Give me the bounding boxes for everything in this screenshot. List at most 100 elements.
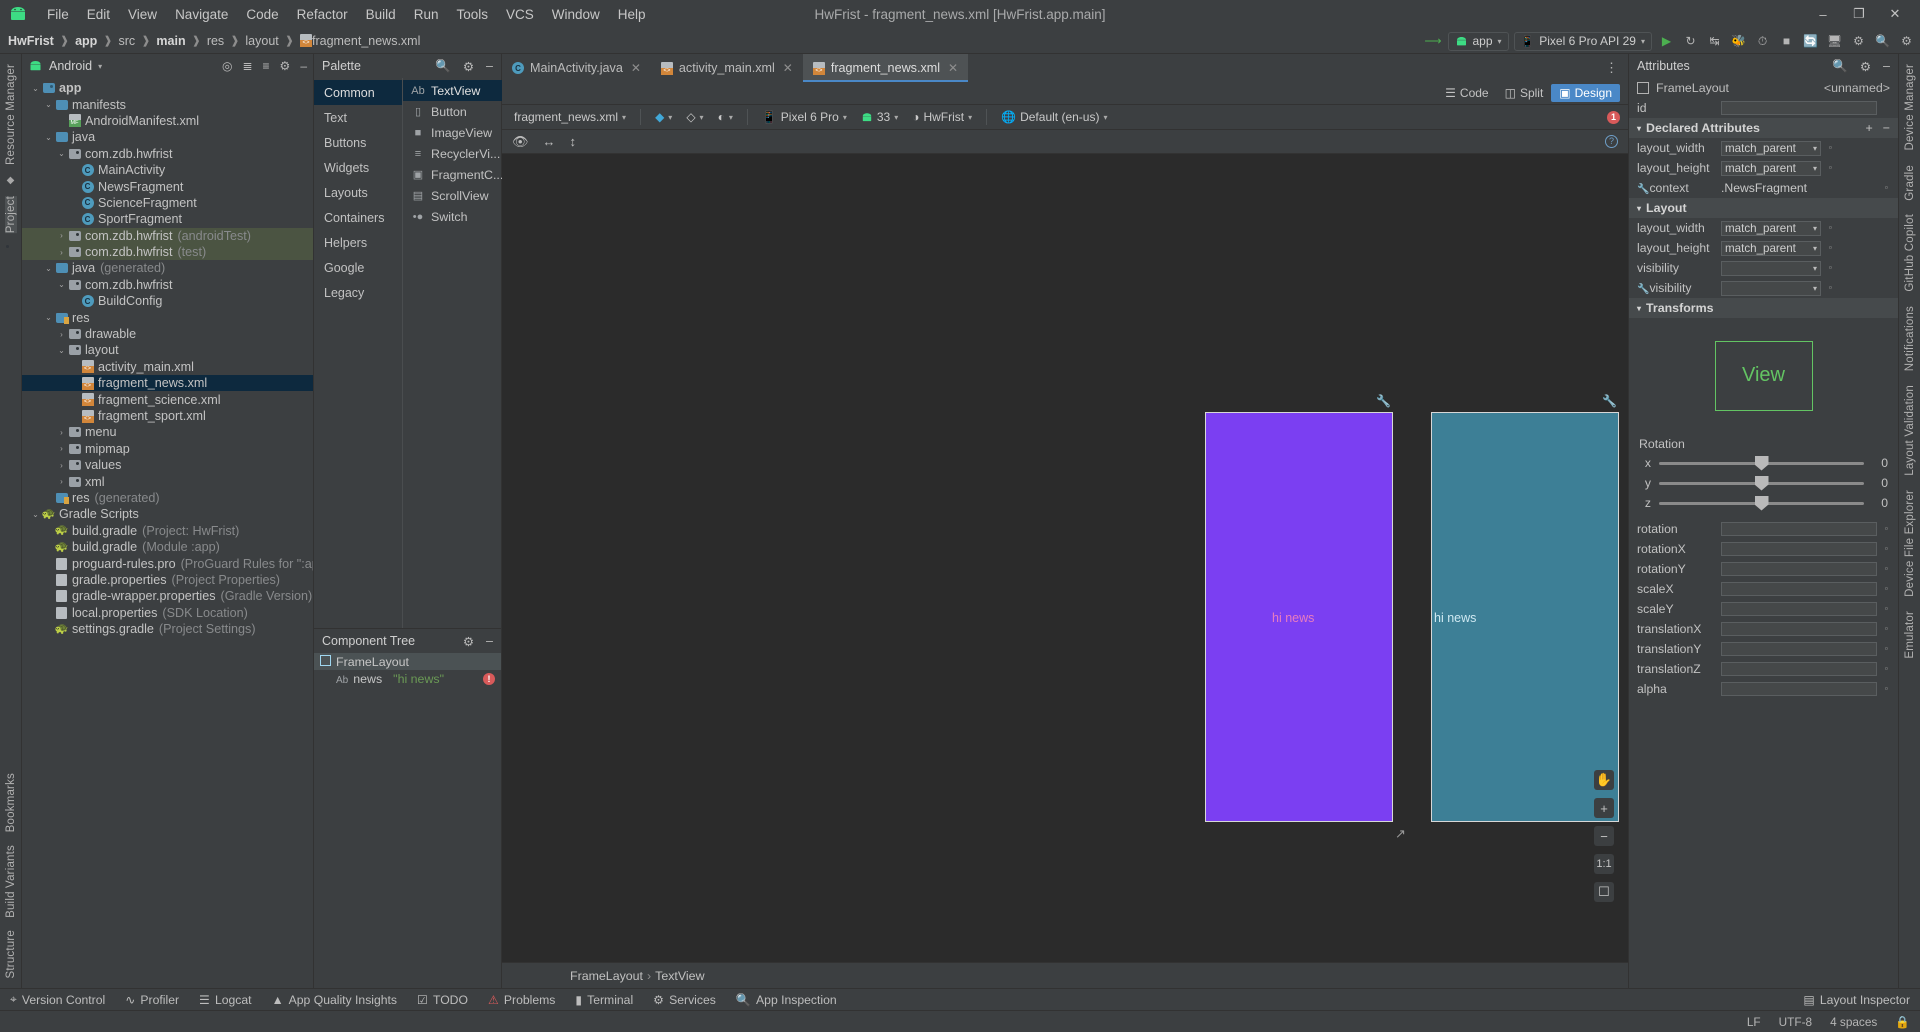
attribute-dropdown[interactable]: ▾ — [1721, 260, 1821, 276]
tree-node[interactable]: fragment_news.xml — [22, 375, 313, 392]
avd-manager-button[interactable]: 🖥 — [1825, 32, 1844, 51]
rail-github-copilot[interactable]: GitHub Copilot — [1904, 214, 1916, 292]
tree-node[interactable]: › com.zdb.hwfrist (test) — [22, 243, 313, 261]
rail-resource-manager[interactable]: Resource Manager — [5, 64, 17, 165]
maximize-button[interactable]: ❐ — [1852, 6, 1866, 22]
toolwindow-version-control[interactable]: ⌖ Version Control — [10, 992, 105, 1007]
pan-tool-icon[interactable]: ✋ — [1594, 770, 1614, 790]
scaleY-input[interactable] — [1721, 602, 1877, 616]
translationX-input[interactable] — [1721, 622, 1877, 636]
rail-emulator[interactable]: Emulator — [1904, 611, 1916, 659]
toolwindow-profiler[interactable]: ∿ Profiler — [125, 993, 179, 1007]
menu-build[interactable]: Build — [357, 4, 405, 25]
search-icon[interactable]: 🔍 — [1832, 59, 1848, 74]
settings-icon[interactable]: ⚙ — [1897, 32, 1916, 51]
palette-category-common[interactable]: Common — [314, 80, 402, 105]
rail-layout-validation[interactable]: Layout Validation — [1904, 385, 1916, 476]
lock-icon[interactable]: 🔒 — [1895, 1015, 1910, 1029]
tree-node[interactable]: C NewsFragment — [22, 178, 313, 194]
menu-tools[interactable]: Tools — [447, 4, 497, 25]
project-view-selector[interactable]: Android — [49, 59, 92, 73]
tab-mainactivity-java[interactable]: C MainActivity.java ✕ — [502, 54, 651, 82]
attribute-indicator[interactable]: ◦ — [1827, 242, 1834, 254]
line-separator-status[interactable]: LF — [1747, 1015, 1761, 1029]
gear-icon[interactable]: ⚙ — [463, 59, 474, 74]
attribute-indicator[interactable]: ◦ — [1883, 563, 1890, 575]
tree-node[interactable]: activity_main.xml — [22, 359, 313, 375]
attribute-dropdown[interactable]: match_parent ▾ — [1721, 220, 1821, 236]
rail-project[interactable]: Project — [4, 196, 17, 234]
chevron-down-icon[interactable]: ⌄ — [56, 149, 67, 158]
resize-handle[interactable]: ↗ — [1395, 826, 1406, 842]
project-tree[interactable]: ⌄ app ⌄ manifestsAndroidManifest.xml ⌄ java ⌄ c… — [22, 78, 313, 988]
encoding-status[interactable]: UTF-8 — [1779, 1015, 1812, 1029]
id-input[interactable] — [1721, 101, 1877, 115]
attribute-dropdown[interactable]: ▾ — [1721, 280, 1821, 296]
tree-node[interactable]: ⌄ app — [22, 80, 313, 96]
component-tree-row[interactable]: FrameLayout — [314, 653, 501, 670]
warning-badge[interactable]: ! — [483, 672, 495, 685]
palette-item-recyclervi[interactable]: ≡ RecyclerVi... — [403, 143, 503, 164]
palette-categories[interactable]: Common Text Buttons Widgets Layouts Container… — [314, 78, 402, 628]
theme-selector[interactable]: ◑ HwFrist ▾ — [908, 108, 976, 126]
tree-node[interactable]: ⌄ manifests — [22, 96, 313, 112]
rail-structure[interactable]: Structure — [5, 930, 17, 978]
rotationX-input[interactable] — [1721, 542, 1877, 556]
tree-node[interactable]: C ScienceFragment — [22, 195, 313, 211]
chevron-down-icon[interactable]: ⌄ — [30, 84, 41, 93]
tree-node[interactable]: ⌄ res — [22, 309, 313, 325]
palette-item-button[interactable]: ▯ Button — [403, 101, 503, 122]
help-icon[interactable]: ? — [1605, 135, 1618, 148]
toolwindow-app-inspection[interactable]: 🔍 App Inspection — [736, 993, 837, 1007]
attribute-indicator[interactable]: ◦ — [1883, 583, 1890, 595]
device-preview-selector[interactable]: 📱 Pixel 6 Pro ▾ — [758, 108, 851, 126]
tree-node[interactable]: › mipmap — [22, 441, 313, 457]
vertical-constraint-icon[interactable]: ↕ — [570, 134, 577, 149]
attribute-dropdown[interactable]: match_parent ▾ — [1721, 240, 1821, 256]
hide-panel-icon[interactable]: – — [1883, 59, 1890, 73]
attribute-indicator[interactable]: ◦ — [1883, 663, 1890, 675]
tree-node[interactable]: ⌄ 🐢 Gradle Scripts — [22, 506, 313, 522]
chevron-down-icon[interactable]: ▾ — [98, 62, 102, 71]
indent-status[interactable]: 4 spaces — [1830, 1015, 1877, 1029]
scaleX-input[interactable] — [1721, 582, 1877, 596]
rail-device-file-explorer[interactable]: Device File Explorer — [1904, 490, 1916, 597]
blueprint-preview-device[interactable]: hi news — [1431, 412, 1619, 822]
design-canvas[interactable]: 🔧 🔧 hi news hi news ↗ ✋ + − 1:1 ☐ — [502, 154, 1628, 962]
chevron-down-icon[interactable]: ⌄ — [43, 100, 54, 109]
attribute-indicator[interactable]: ◦ — [1883, 523, 1890, 535]
attribute-indicator[interactable]: ◦ — [1883, 683, 1890, 695]
tree-node[interactable]: 🐢 build.gradle (Project: HwFrist) — [22, 523, 313, 539]
attribute-indicator[interactable]: ◦ — [1827, 282, 1834, 294]
chevron-down-icon[interactable]: ⌄ — [56, 280, 67, 289]
slider-track[interactable] — [1659, 455, 1864, 471]
attribute-indicator[interactable]: ◦ — [1883, 643, 1890, 655]
device-config-icon-2[interactable]: 🔧 — [1602, 394, 1617, 408]
sync-gradle-button[interactable]: 🔄 — [1801, 32, 1820, 51]
attribute-value[interactable]: .NewsFragment — [1721, 181, 1877, 195]
breadcrumb-app[interactable]: app — [75, 34, 97, 48]
add-attribute-button[interactable]: + — [1866, 121, 1873, 135]
attribute-indicator[interactable]: ◦ — [1883, 543, 1890, 555]
tree-node[interactable]: C BuildConfig — [22, 293, 313, 309]
tree-node[interactable]: C MainActivity — [22, 162, 313, 178]
gear-icon[interactable]: ⚙ — [463, 634, 474, 649]
settings-icon[interactable]: ⚙ — [280, 59, 291, 73]
search-icon[interactable]: 🔍 — [435, 59, 451, 74]
translationY-input[interactable] — [1721, 642, 1877, 656]
chevron-down-icon[interactable]: ⌄ — [43, 133, 54, 142]
menu-help[interactable]: Help — [609, 4, 655, 25]
chevron-down-icon[interactable]: ⌄ — [30, 510, 41, 519]
blueprint-toggle-button[interactable]: ◇ ▾ — [682, 108, 707, 126]
component-tree-rows[interactable]: FrameLayout Ab news "hi news"! — [314, 653, 501, 687]
attribute-indicator[interactable]: ◦ — [1827, 262, 1834, 274]
palette-category-google[interactable]: Google — [314, 255, 402, 280]
footer-parent[interactable]: FrameLayout — [570, 969, 643, 983]
design-preview-device[interactable]: hi news — [1205, 412, 1393, 822]
tree-node[interactable]: 🐢 settings.gradle (Project Settings) — [22, 621, 313, 637]
section-layout[interactable]: ▾ Layout — [1629, 198, 1898, 218]
layout-file-selector[interactable]: fragment_news.xml ▾ — [510, 108, 630, 126]
select-opened-file-icon[interactable]: ◎ — [222, 59, 232, 73]
apply-changes-button[interactable]: ↻ — [1681, 32, 1700, 51]
device-config-icon-1[interactable]: 🔧 — [1376, 394, 1391, 408]
